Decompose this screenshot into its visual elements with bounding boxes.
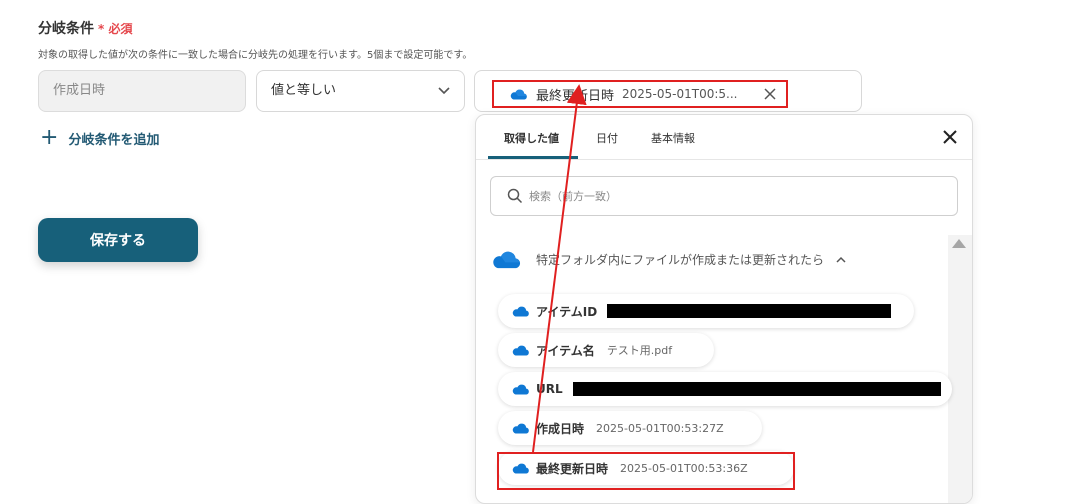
selected-value-preview: 2025-05-01T00:5... [622, 87, 738, 101]
item-name: アイテム名 [536, 343, 595, 358]
item-value: 2025-05-01T00:53:27Z [596, 421, 724, 435]
search-input[interactable]: 検索（前方一致） [490, 176, 958, 216]
add-condition-label: 分岐条件を追加 [68, 132, 160, 148]
onedrive-cloud-icon [512, 423, 529, 434]
selected-value-chip[interactable]: 最終更新日時 2025-05-01T00:5... [492, 80, 788, 108]
value-picker-panel: 取得した値 日付 基本情報 検索（前方一致） 特定フォルダ内にファイルが作成また… [475, 114, 973, 504]
section-title-text: 分岐条件 [38, 21, 94, 37]
active-tab-indicator [488, 156, 578, 159]
list-item-url[interactable]: URL [498, 372, 952, 406]
item-value: テスト用.pdf [606, 344, 673, 357]
tab-basic-info[interactable]: 基本情報 [651, 130, 695, 146]
condition-operator-label: 値と等しい [271, 83, 337, 98]
onedrive-cloud-icon [512, 345, 529, 356]
search-icon [507, 188, 523, 204]
save-button[interactable]: 保存する [38, 218, 198, 262]
item-name: 作成日時 [536, 421, 585, 436]
required-mark: * 必須 [98, 22, 133, 36]
redacted-value [572, 382, 941, 396]
close-icon[interactable] [942, 129, 958, 145]
tab-date[interactable]: 日付 [596, 130, 618, 146]
selected-value-name: 最終更新日時 [536, 88, 615, 104]
section-title: 分岐条件 * 必須 [38, 18, 132, 38]
add-condition-button[interactable]: + 分岐条件を追加 [40, 125, 160, 150]
plus-icon: + [40, 125, 59, 150]
list-item-created-at[interactable]: 作成日時 2025-05-01T00:53:27Z [498, 411, 762, 445]
list-item-item-name[interactable]: アイテム名 テスト用.pdf [498, 333, 714, 367]
section-description: 対象の取得した値が次の条件に一致した場合に分岐先の処理を行います。5個まで設定可… [38, 50, 473, 61]
group-title: 特定フォルダ内にファイルが作成または更新されたら [536, 252, 825, 267]
search-placeholder: 検索（前方一致） [529, 190, 617, 203]
chevron-up-icon [836, 256, 846, 263]
scroll-up-arrow[interactable] [952, 239, 966, 248]
scrollbar[interactable] [948, 235, 972, 503]
condition-operator-select[interactable]: 値と等しい [256, 70, 465, 112]
highlight-box [497, 452, 795, 490]
panel-tabs: 取得した値 日付 基本情報 [476, 115, 972, 160]
list-item-item-id[interactable]: アイテムID [498, 294, 914, 328]
condition-field-input[interactable]: 作成日時 [38, 70, 246, 112]
onedrive-cloud-icon [510, 89, 527, 100]
onedrive-cloud-icon [512, 306, 529, 317]
item-name: URL [536, 382, 563, 396]
tab-retrieved-values[interactable]: 取得した値 [504, 130, 559, 146]
onedrive-cloud-icon [493, 251, 521, 269]
trigger-group-header[interactable]: 特定フォルダ内にファイルが作成または更新されたら [492, 249, 846, 269]
chevron-down-icon [438, 87, 450, 95]
onedrive-cloud-icon [512, 384, 529, 395]
item-name: アイテムID [536, 304, 598, 319]
redacted-value [607, 304, 892, 318]
close-icon[interactable] [764, 88, 776, 100]
